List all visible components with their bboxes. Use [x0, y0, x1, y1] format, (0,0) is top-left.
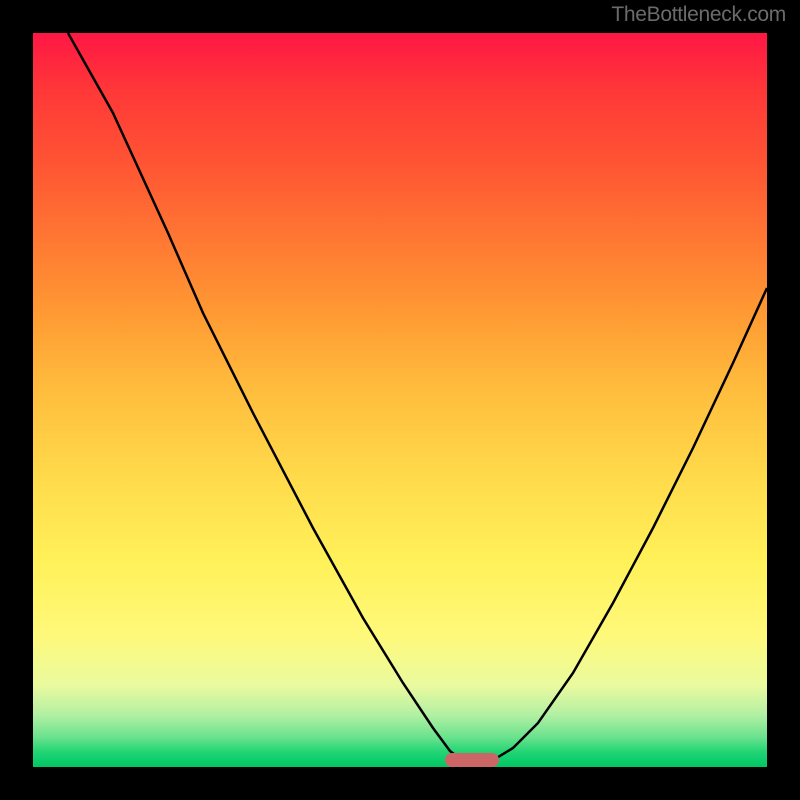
chart-plot-area	[33, 33, 767, 767]
watermark-text: TheBottleneck.com	[611, 3, 786, 27]
optimal-marker	[445, 753, 499, 767]
bottleneck-curve	[33, 33, 767, 767]
